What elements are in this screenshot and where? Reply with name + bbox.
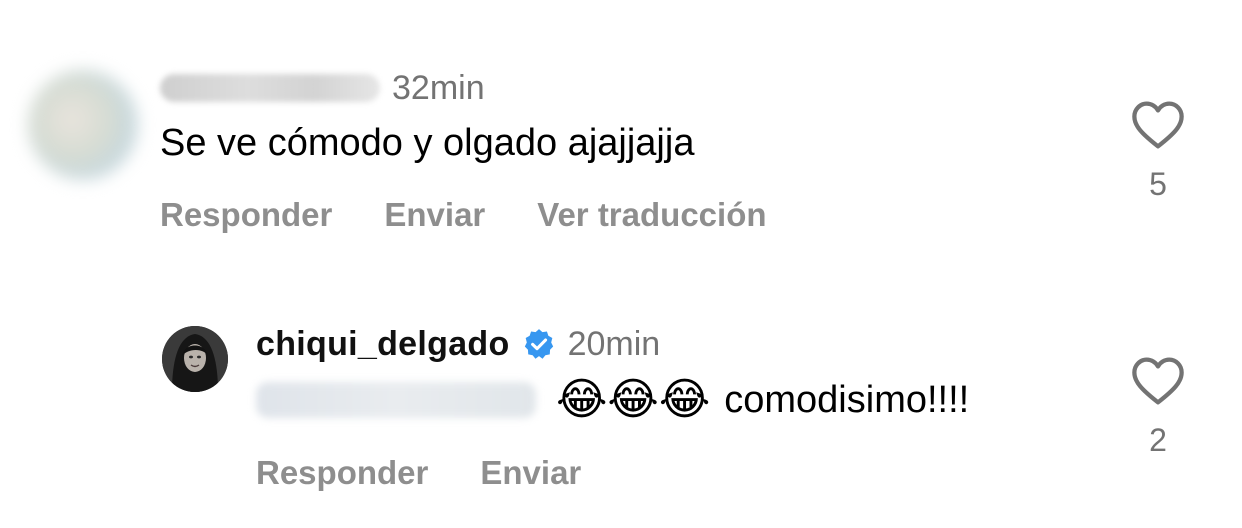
comment-text: Se ve cómodo y olgado ajajjajja <box>160 122 694 165</box>
laughing-emoji: 😂😂😂 <box>556 375 711 424</box>
comment-timestamp: 20min <box>567 324 661 363</box>
username[interactable]: chiqui_delgado <box>256 325 510 364</box>
heart-icon[interactable] <box>1131 100 1185 150</box>
send-button[interactable]: Enviar <box>480 454 581 492</box>
reply-button[interactable]: Responder <box>256 454 428 492</box>
comment-header: 32min <box>160 68 485 108</box>
avatar-photo <box>162 326 228 392</box>
comment-text: 😂😂😂 comodisimo!!!! <box>256 378 969 422</box>
comment-item: 32min Se ve cómodo y olgado ajajjajja Re… <box>0 60 1242 260</box>
comment-actions: Responder Enviar <box>256 454 581 492</box>
avatar[interactable] <box>28 70 138 180</box>
reply-button[interactable]: Responder <box>160 196 332 234</box>
mention-redacted[interactable] <box>256 382 536 418</box>
verified-badge-icon <box>524 329 553 359</box>
like-column: 2 <box>1130 356 1186 459</box>
username-redacted[interactable] <box>160 74 380 102</box>
like-count: 2 <box>1149 422 1167 458</box>
comment-item: chiqui_delgado 20min 😂😂😂 comodisimo!!!! … <box>0 318 1242 518</box>
like-column: 5 <box>1130 100 1186 203</box>
send-button[interactable]: Enviar <box>384 196 485 234</box>
comment-timestamp: 32min <box>392 68 485 107</box>
translate-button[interactable]: Ver traducción <box>537 196 766 234</box>
comment-body: comodisimo!!!! <box>724 378 970 421</box>
avatar[interactable] <box>162 326 228 392</box>
like-count: 5 <box>1149 166 1167 202</box>
comment-header: chiqui_delgado 20min <box>256 324 660 364</box>
comment-body: Se ve cómodo y olgado ajajjajja <box>160 122 695 164</box>
comment-actions: Responder Enviar Ver traducción <box>160 196 767 234</box>
heart-icon[interactable] <box>1131 356 1185 406</box>
